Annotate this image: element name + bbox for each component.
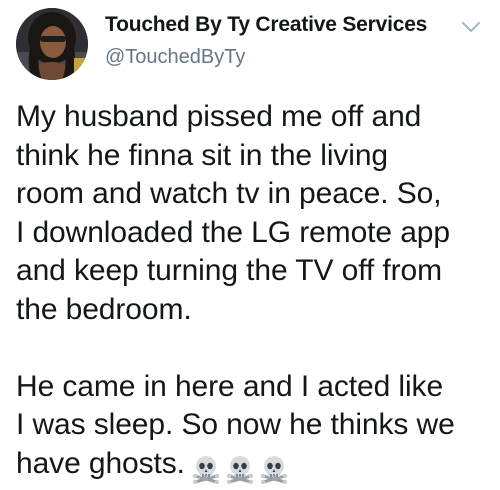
display-name[interactable]: Touched By Ty Creative Services bbox=[105, 13, 427, 37]
tweet-header: Touched By Ty Creative Services @Touched… bbox=[0, 0, 500, 90]
skull-crossbones-icon bbox=[226, 455, 254, 484]
user-handle[interactable]: @TouchedByTy bbox=[105, 46, 245, 69]
avatar-image bbox=[16, 8, 88, 80]
chevron-down-icon[interactable] bbox=[460, 18, 482, 36]
skull-crossbones-icon bbox=[192, 455, 220, 484]
emoji-row bbox=[191, 449, 293, 488]
tweet-text: My husband pissed me off and think he fi… bbox=[16, 98, 486, 487]
tweet-card: Touched By Ty Creative Services @Touched… bbox=[0, 0, 500, 490]
tweet-paragraph-with-emoji: He came in here and I acted like I was s… bbox=[16, 368, 486, 488]
skull-crossbones-icon bbox=[260, 455, 288, 484]
tweet-paragraph: My husband pissed me off and think he fi… bbox=[16, 100, 450, 326]
avatar[interactable] bbox=[16, 8, 88, 80]
